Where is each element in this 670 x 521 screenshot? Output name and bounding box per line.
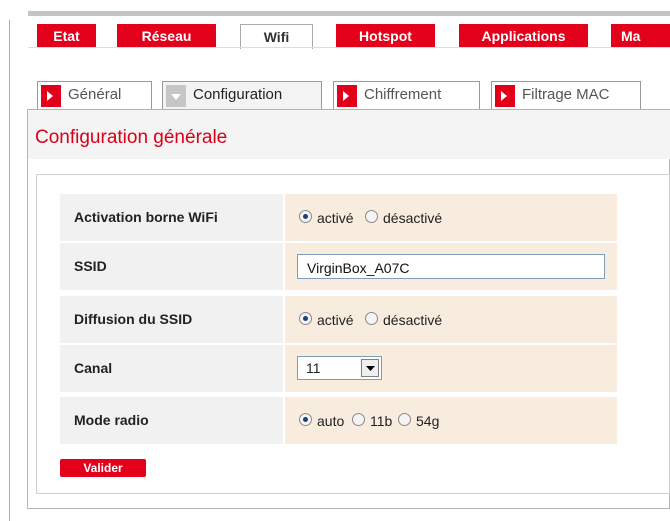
row-value-cell: activé désactivé bbox=[285, 296, 617, 343]
chevron-right-icon bbox=[495, 85, 515, 107]
activation-option-disabled-label: désactivé bbox=[383, 210, 443, 226]
activation-radio-active[interactable] bbox=[299, 210, 312, 223]
activation-radio-disabled[interactable] bbox=[365, 210, 378, 223]
row-activation: Activation borne WiFi activé désactivé bbox=[60, 194, 617, 241]
top-navigation: Etat Réseau Wifi Hotspot Applications Ma bbox=[0, 0, 670, 49]
chevron-right-icon bbox=[337, 85, 357, 107]
row-label-cell: Diffusion du SSID bbox=[60, 296, 283, 343]
canal-select[interactable]: 11 bbox=[297, 356, 382, 380]
mode-radio-auto[interactable] bbox=[299, 413, 312, 426]
top-nav-bar-background bbox=[28, 11, 670, 16]
subtab-configuration[interactable]: Configuration bbox=[162, 81, 322, 109]
nav-tab-wifi[interactable]: Wifi bbox=[240, 24, 313, 49]
row-diffusion: Diffusion du SSID activé désactivé bbox=[60, 296, 617, 343]
ssid-input[interactable] bbox=[297, 254, 605, 279]
page-left-border bbox=[9, 20, 10, 521]
mode-radio-54g[interactable] bbox=[398, 413, 411, 426]
subtab-configuration-label: Configuration bbox=[193, 86, 283, 103]
chevron-down-icon[interactable] bbox=[361, 359, 379, 377]
validate-button[interactable]: Valider bbox=[60, 459, 146, 477]
row-value-cell: 11 bbox=[285, 345, 617, 392]
canal-selected-value: 11 bbox=[306, 360, 321, 376]
row-canal: Canal 11 bbox=[60, 345, 617, 392]
diffusion-label: Diffusion du SSID bbox=[74, 311, 193, 327]
canal-label: Canal bbox=[74, 360, 113, 376]
diffusion-option-active-label: activé bbox=[317, 312, 354, 328]
chevron-right-icon bbox=[41, 85, 61, 107]
subtab-general[interactable]: Général bbox=[37, 81, 152, 109]
page-title: Configuration générale bbox=[35, 127, 228, 148]
nav-underline bbox=[28, 47, 670, 48]
subtab-chiffrement-label: Chiffrement bbox=[364, 86, 442, 103]
nav-tab-reseau[interactable]: Réseau bbox=[117, 24, 216, 48]
row-label-cell: Activation borne WiFi bbox=[60, 194, 283, 241]
subtab-filtrage-mac-label: Filtrage MAC bbox=[522, 86, 610, 103]
mode-option-auto-label: auto bbox=[317, 413, 345, 429]
nav-tab-hotspot[interactable]: Hotspot bbox=[336, 24, 435, 48]
subtab-chiffrement[interactable]: Chiffrement bbox=[333, 81, 480, 109]
diffusion-option-disabled-label: désactivé bbox=[383, 312, 443, 328]
row-mode-radio: Mode radio auto 11b 54g bbox=[60, 397, 617, 444]
mode-radio-11b[interactable] bbox=[352, 413, 365, 426]
nav-tab-applications[interactable]: Applications bbox=[459, 24, 588, 48]
chevron-down-icon bbox=[166, 85, 186, 107]
activation-label: Activation borne WiFi bbox=[74, 209, 218, 225]
nav-tab-ma[interactable]: Ma bbox=[611, 24, 670, 48]
row-ssid: SSID bbox=[60, 243, 617, 290]
subtab-filtrage-mac[interactable]: Filtrage MAC bbox=[491, 81, 641, 109]
row-value-cell: activé désactivé bbox=[285, 194, 617, 241]
row-label-cell: Canal bbox=[60, 345, 283, 392]
row-label-cell: Mode radio bbox=[60, 397, 283, 444]
diffusion-radio-disabled[interactable] bbox=[365, 312, 378, 325]
diffusion-radio-active[interactable] bbox=[299, 312, 312, 325]
mode-option-11b-label: 11b bbox=[370, 413, 393, 429]
ssid-label: SSID bbox=[74, 258, 107, 274]
row-label-cell: SSID bbox=[60, 243, 283, 290]
mode-radio-label: Mode radio bbox=[74, 412, 149, 428]
subtab-general-label: Général bbox=[68, 86, 122, 103]
row-value-cell bbox=[285, 243, 617, 290]
nav-tab-etat[interactable]: Etat bbox=[37, 24, 96, 48]
mode-option-54g-label: 54g bbox=[416, 413, 440, 429]
row-value-cell: auto 11b 54g bbox=[285, 397, 617, 444]
activation-option-active-label: activé bbox=[317, 210, 354, 226]
